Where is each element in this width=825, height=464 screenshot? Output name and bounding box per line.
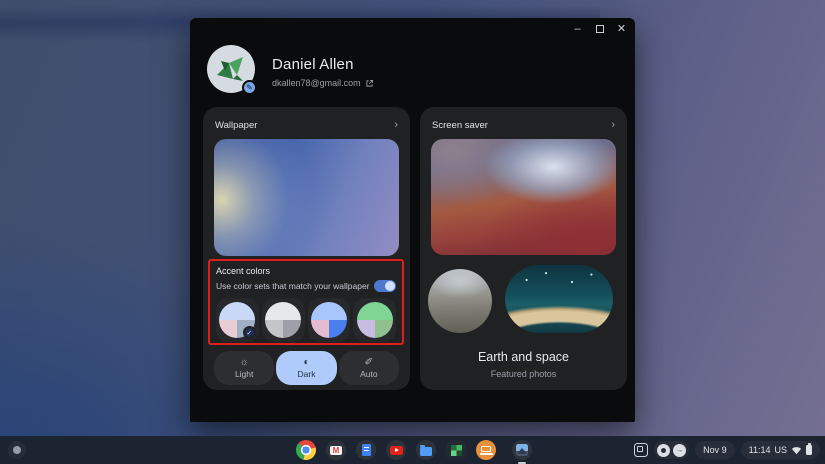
external-link-icon[interactable]: [365, 79, 374, 88]
notification-icon-2: →: [673, 443, 687, 457]
avatar[interactable]: ✎: [207, 45, 257, 95]
selected-check-badge: ✓: [242, 326, 256, 339]
collection-subtitle: Featured photos: [490, 369, 557, 379]
city-photo[interactable]: [428, 269, 492, 333]
locale-label: US: [774, 445, 787, 455]
screensaver-card: Screen saver › Earth and space Featured …: [420, 107, 627, 390]
wifi-icon: [791, 446, 802, 454]
youtube-app-icon[interactable]: [386, 440, 406, 460]
status-area: → Nov 9 11:14 US: [634, 441, 820, 459]
collection-title: Earth and space: [477, 350, 570, 364]
pencil-icon: ✎: [246, 83, 253, 92]
wallpaper-card-header[interactable]: Wallpaper ›: [203, 107, 410, 139]
accent-swatch-3[interactable]: [307, 298, 351, 342]
accent-toggle-label: Use color sets that match your wallpaper: [216, 281, 370, 291]
accent-swatch-row: ✓: [216, 298, 396, 342]
launcher-button[interactable]: [8, 441, 26, 459]
toggle-knob: [385, 281, 395, 291]
accent-swatch-2[interactable]: [261, 298, 305, 342]
chevron-right-icon[interactable]: ›: [611, 120, 615, 131]
maximize-icon: [595, 25, 604, 33]
screensaver-card-title: Screen saver: [432, 120, 488, 131]
accent-swatch-4-circle: [356, 302, 393, 338]
docs-app-icon[interactable]: [356, 440, 376, 460]
screensaver-preview-image[interactable]: [431, 139, 616, 255]
accent-swatch-2-circle: [265, 302, 302, 338]
shelf: M → Nov 9 11:14 US: [0, 436, 825, 464]
wallpaper-match-toggle[interactable]: [374, 280, 396, 292]
contrast-icon: ◐: [303, 356, 310, 368]
launcher-icon: [13, 446, 21, 454]
explore-app-icon[interactable]: [476, 440, 496, 460]
theme-light-label: Light: [234, 368, 254, 379]
maximize-button[interactable]: [593, 23, 606, 36]
gmail-app-icon[interactable]: M: [326, 440, 346, 460]
clock-label: 11:14: [748, 445, 771, 455]
accent-swatch-1[interactable]: ✓: [216, 298, 259, 342]
profile-section: ✎ Daniel Allen dkallen78@gmail.com: [207, 45, 374, 95]
theme-dark-label: Dark: [297, 368, 316, 379]
coastline-photo[interactable]: [505, 265, 613, 333]
shelf-apps: M: [296, 440, 532, 464]
dot-glyph: [661, 447, 667, 453]
origami-crane-icon: [217, 57, 243, 81]
accent-swatch-4[interactable]: [353, 298, 396, 342]
chrome-app-icon[interactable]: [296, 440, 316, 460]
profile-name: Daniel Allen: [272, 56, 354, 73]
green-blocks-app-icon[interactable]: [446, 440, 466, 460]
theme-auto-label: Auto: [360, 368, 378, 379]
check-icon: ✓: [246, 329, 253, 337]
profile-email: dkallen78@gmail.com: [272, 78, 361, 88]
files-app-icon[interactable]: [416, 440, 436, 460]
theme-mode-row: ☼ Light ◐ Dark ✐ Auto: [214, 351, 399, 385]
youtube-play-glyph: [389, 445, 403, 455]
notification-pill[interactable]: →: [654, 441, 690, 459]
system-tray[interactable]: 11:14 US: [740, 441, 820, 459]
arrow-glyph: →: [676, 446, 684, 454]
date-label: Nov 9: [703, 445, 727, 455]
close-button[interactable]: ✕: [615, 23, 628, 36]
screensaver-card-header[interactable]: Screen saver ›: [420, 107, 627, 139]
minimize-button[interactable]: –: [571, 23, 584, 36]
sun-icon: ☼: [239, 356, 249, 368]
gmail-m-glyph: M: [330, 445, 342, 455]
wallpaper-app-icon[interactable]: [512, 440, 532, 464]
wallpaper-preview-image[interactable]: [214, 139, 399, 256]
edit-avatar-badge[interactable]: ✎: [242, 80, 257, 95]
theme-auto-button[interactable]: ✐ Auto: [338, 351, 399, 385]
wand-icon: ✐: [364, 356, 374, 368]
battery-icon: [806, 443, 812, 455]
screen-capture-icon[interactable]: [634, 443, 649, 457]
laptop-glyph: [479, 446, 493, 455]
wallpaper-card-title: Wallpaper: [215, 120, 258, 131]
landscape-glyph: [516, 444, 528, 456]
accent-swatch-3-circle: [310, 302, 347, 338]
chevron-right-icon[interactable]: ›: [394, 120, 398, 131]
window-titlebar: – ✕: [190, 18, 635, 40]
theme-dark-button[interactable]: ◐ Dark: [276, 351, 337, 385]
personalization-window: – ✕ ✎ Daniel Allen dkallen78@gmail.com W…: [190, 18, 635, 422]
accent-colors-annotation: Accent colors Use color sets that match …: [208, 259, 404, 345]
folder-glyph: [420, 444, 432, 456]
docs-glyph: [361, 444, 371, 456]
accent-colors-title: Accent colors: [216, 266, 271, 276]
date-pill[interactable]: Nov 9: [695, 441, 735, 459]
notification-icon-1: [657, 443, 671, 457]
green-grid-glyph: [450, 444, 462, 456]
wallpaper-card: Wallpaper › Accent colors Use color sets…: [203, 107, 410, 390]
theme-light-button[interactable]: ☼ Light: [214, 351, 275, 385]
